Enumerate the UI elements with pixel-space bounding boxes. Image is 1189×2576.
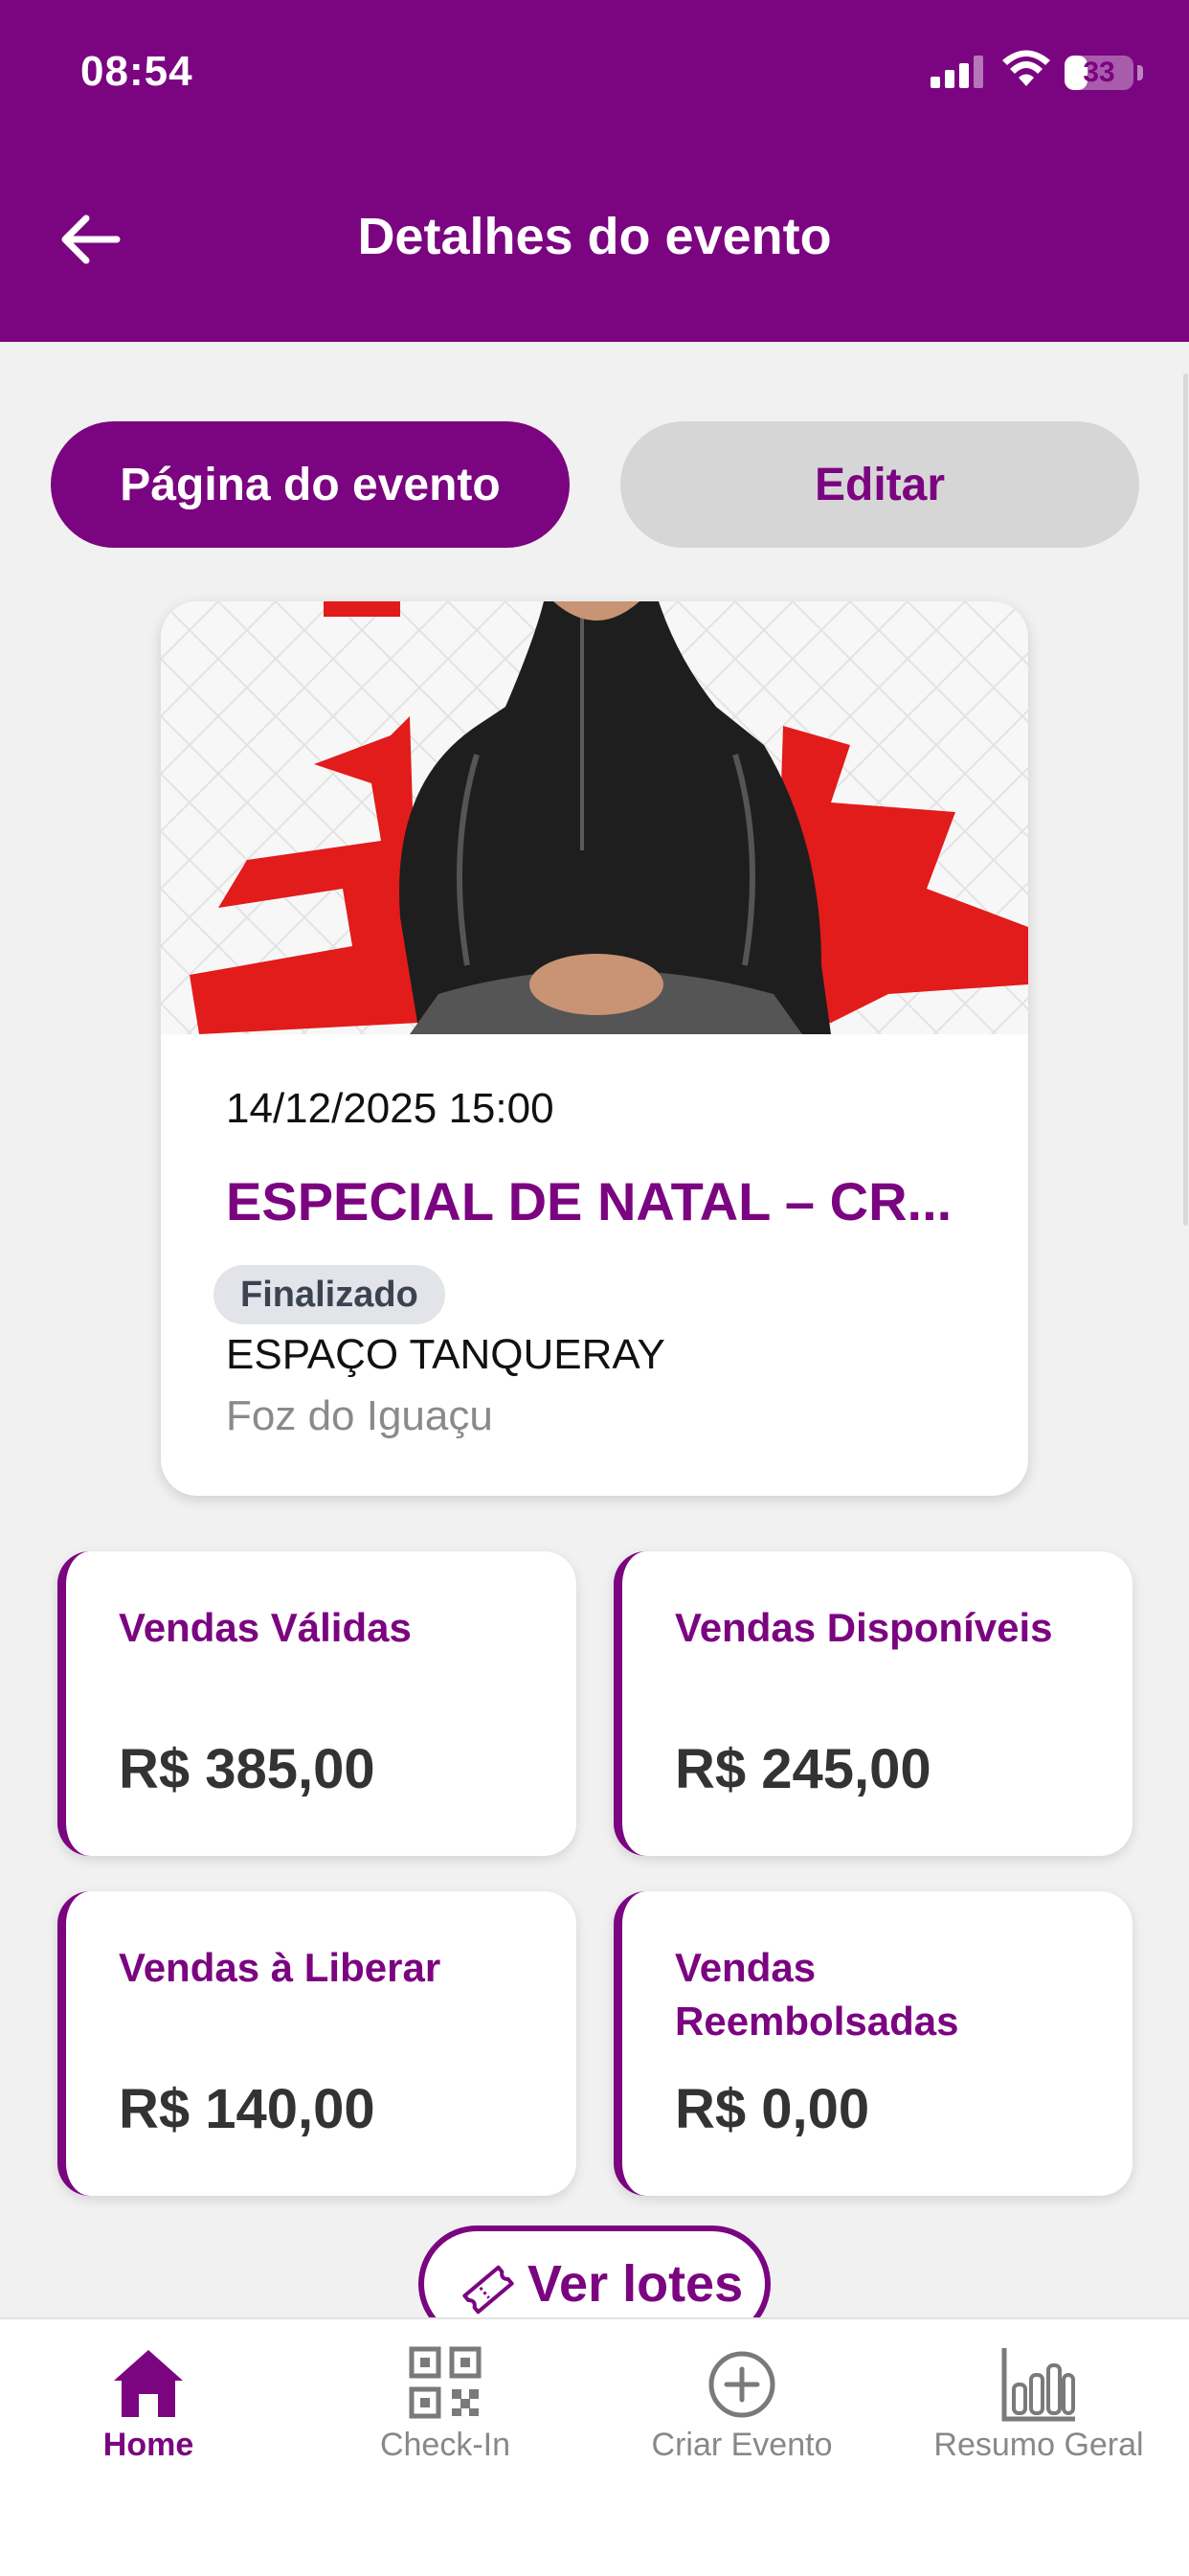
tab-label: Resumo Geral <box>933 2427 1144 2463</box>
event-page-button[interactable]: Página do evento <box>51 421 570 548</box>
tab-label: Criar Evento <box>651 2427 833 2463</box>
stat-card-available-sales: Vendas Disponíveis R$ 245,00 <box>614 1551 1133 1856</box>
wifi-icon <box>1002 50 1050 86</box>
stat-label: Vendas à Liberar <box>119 1945 441 1990</box>
stat-label: Vendas Disponíveis <box>675 1605 1053 1650</box>
bar-chart-icon <box>1001 2348 1075 2422</box>
event-city: Foz do Iguaçu <box>226 1392 493 1439</box>
tab-home[interactable]: Home <box>0 2319 297 2492</box>
stat-value: R$ 140,00 <box>119 2078 375 2140</box>
app-header: 08:54 33 Detalhes do evento <box>0 0 1189 342</box>
battery-icon: 33 <box>1065 56 1133 90</box>
stat-value: R$ 245,00 <box>675 1738 931 1800</box>
view-lots-label: Ver lotes <box>527 2255 744 2313</box>
tab-label: Check-In <box>379 2427 511 2463</box>
tab-create-event[interactable]: Criar Evento <box>594 2319 890 2492</box>
tab-check-in[interactable]: Check-In <box>297 2319 594 2492</box>
event-date: 14/12/2025 15:00 <box>226 1085 554 1132</box>
cellular-signal-icon <box>931 56 983 88</box>
status-badge: Finalizado <box>213 1265 445 1324</box>
stat-label: Vendas Válidas <box>119 1605 412 1650</box>
stat-card-refunded-sales: Vendas Reembolsadas R$ 0,00 <box>614 1891 1133 2196</box>
ticket-icon <box>462 2265 514 2315</box>
tab-general-summary[interactable]: Resumo Geral <box>890 2319 1187 2492</box>
stat-value: R$ 0,00 <box>675 2078 870 2140</box>
status-time: 08:54 <box>80 48 193 95</box>
scrollbar[interactable] <box>1183 373 1188 1226</box>
tab-label: Home <box>102 2427 194 2463</box>
home-icon <box>114 2350 183 2417</box>
stat-label: Vendas Reembolsadas <box>675 1945 959 2044</box>
stat-card-pending-release: Vendas à Liberar R$ 140,00 <box>57 1891 576 2196</box>
plus-circle-icon <box>708 2351 775 2418</box>
edit-button[interactable]: Editar <box>620 421 1139 548</box>
event-title: ESPECIAL DE NATAL – CR... <box>226 1171 953 1232</box>
event-venue: ESPAÇO TANQUERAY <box>226 1331 665 1378</box>
stat-value: R$ 385,00 <box>119 1738 375 1800</box>
qr-code-icon <box>409 2346 482 2419</box>
page-title: Detalhes do evento <box>357 208 832 265</box>
stat-card-valid-sales: Vendas Válidas R$ 385,00 <box>57 1551 576 1856</box>
bottom-tab-bar: Home Check-In Criar Evento Resumo Geral <box>0 2317 1189 2576</box>
event-banner-image <box>161 601 1028 1034</box>
event-card[interactable]: 14/12/2025 15:00 ESPECIAL DE NATAL – CR.… <box>161 601 1028 1496</box>
battery-cap <box>1137 65 1143 80</box>
battery-percentage: 33 <box>1083 56 1115 88</box>
